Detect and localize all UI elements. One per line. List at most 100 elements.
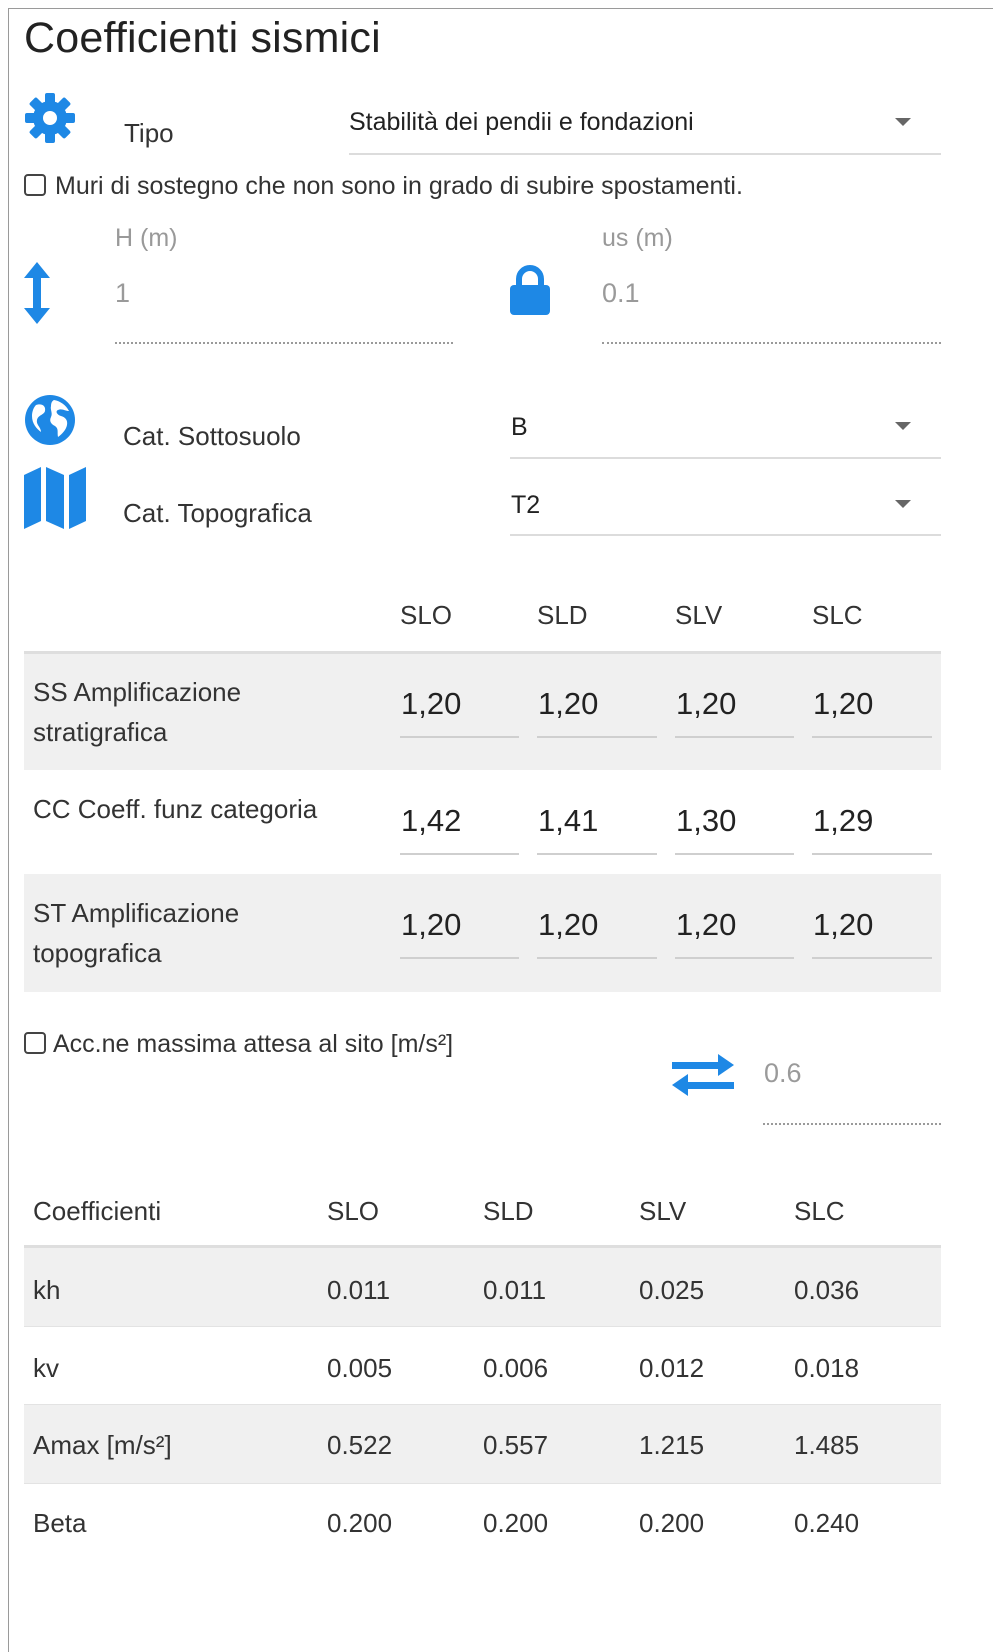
cc-slo-input[interactable]: 1,42 <box>400 799 519 857</box>
us-field-label: us (m) <box>602 224 673 252</box>
ss-slc-value: 1,20 <box>813 686 874 721</box>
table-cell: 0.200 <box>639 1508 705 1538</box>
input-underline <box>400 957 519 959</box>
input-underline <box>812 736 932 738</box>
row-label: kh <box>33 1275 61 1305</box>
st-sld-input[interactable]: 1,20 <box>537 903 657 961</box>
cc-slv-input[interactable]: 1,30 <box>675 799 794 857</box>
coeff-header-slv: SLV <box>639 1196 687 1226</box>
amplif-header-slv: SLV <box>675 600 723 630</box>
coeff-header-sld: SLD <box>483 1196 534 1226</box>
acc-input-value: 0.6 <box>764 1058 802 1088</box>
lock-icon <box>510 263 550 315</box>
table-cell: 0.522 <box>327 1430 393 1460</box>
muri-checkbox-label: Muri di sostegno che non sono in grado d… <box>55 172 743 200</box>
table-cell: 0.200 <box>327 1508 393 1538</box>
cc-slo-value: 1,42 <box>401 803 462 838</box>
us-input-underline <box>602 342 941 344</box>
input-underline <box>400 853 519 855</box>
st-sld-value: 1,20 <box>538 907 599 942</box>
sottosuolo-label: Cat. Sottosuolo <box>123 421 301 451</box>
us-input[interactable]: 0.1 <box>602 270 941 350</box>
input-underline <box>537 957 657 959</box>
tipo-select-value: Stabilità dei pendii e fondazioni <box>349 108 694 136</box>
row-label: Amax [m/s²] <box>33 1430 172 1460</box>
row-label: CC Coeff. funz categoria <box>33 794 318 824</box>
caret-down-icon <box>895 500 911 508</box>
muri-checkbox[interactable] <box>24 174 46 196</box>
ss-sld-input[interactable]: 1,20 <box>537 682 657 740</box>
us-input-value: 0.1 <box>602 278 640 308</box>
acc-checkbox[interactable] <box>24 1032 46 1054</box>
coeff-header-label: Coefficienti <box>33 1196 162 1226</box>
ss-slc-input[interactable]: 1,20 <box>812 682 932 740</box>
cc-slc-value: 1,29 <box>813 803 874 838</box>
tipo-select[interactable]: Stabilità dei pendii e fondazioni <box>349 100 941 156</box>
st-slc-input[interactable]: 1,20 <box>812 903 932 961</box>
table-cell: 0.006 <box>483 1353 549 1383</box>
sottosuolo-select-value: B <box>511 413 528 441</box>
ss-slo-input[interactable]: 1,20 <box>400 682 519 740</box>
acc-checkbox-row[interactable]: Acc.ne massima attesa al sito [m/s²] <box>24 1030 494 1062</box>
input-underline <box>812 957 932 959</box>
table-cell: 1.485 <box>794 1430 860 1460</box>
topografica-select[interactable]: T2 <box>510 483 941 539</box>
input-underline <box>675 957 794 959</box>
table-cell: 0.240 <box>794 1508 860 1538</box>
coeff-header-slc: SLC <box>794 1196 845 1226</box>
ss-sld-value: 1,20 <box>538 686 599 721</box>
topografica-label: Cat. Topografica <box>123 498 312 528</box>
caret-down-icon <box>895 118 911 126</box>
h-input-value: 1 <box>115 278 131 308</box>
input-underline <box>675 853 794 855</box>
input-underline <box>537 853 657 855</box>
st-slc-value: 1,20 <box>813 907 874 942</box>
st-slo-value: 1,20 <box>401 907 462 942</box>
table-cell: 0.012 <box>639 1353 705 1383</box>
cc-slv-value: 1,30 <box>676 803 737 838</box>
topografica-select-value: T2 <box>511 491 541 519</box>
table-cell: 0.018 <box>794 1353 860 1383</box>
ss-slv-value: 1,20 <box>676 686 737 721</box>
topografica-select-underline <box>510 534 941 536</box>
input-underline <box>812 853 932 855</box>
acc-input-underline <box>763 1123 941 1125</box>
tipo-label: Tipo <box>124 118 174 148</box>
table-cell: 0.200 <box>483 1508 549 1538</box>
cc-slc-input[interactable]: 1,29 <box>812 799 932 857</box>
st-slo-input[interactable]: 1,20 <box>400 903 519 961</box>
st-slv-value: 1,20 <box>676 907 737 942</box>
table-cell: 0.025 <box>639 1275 705 1305</box>
table-cell: 0.011 <box>327 1275 391 1305</box>
h-field-label: H (m) <box>115 224 178 252</box>
muri-checkbox-row[interactable]: Muri di sostegno che non sono in grado d… <box>24 172 824 204</box>
row-label: SS Amplificazione stratigrafica <box>33 677 242 747</box>
table-cell: 0.036 <box>794 1275 860 1305</box>
amplif-header-slc: SLC <box>812 600 863 630</box>
acc-checkbox-label: Acc.ne massima attesa al sito [m/s²] <box>53 1030 454 1058</box>
map-icon <box>24 467 86 529</box>
gear-icon <box>24 92 76 144</box>
cc-sld-value: 1,41 <box>538 803 599 838</box>
globe-icon <box>24 394 76 446</box>
ss-slv-input[interactable]: 1,20 <box>675 682 794 740</box>
vertical-arrows-icon <box>24 262 50 324</box>
cc-sld-input[interactable]: 1,41 <box>537 799 657 857</box>
sottosuolo-select-underline <box>510 457 941 459</box>
acc-input[interactable]: 0.6 <box>763 1050 941 1130</box>
input-underline <box>400 736 519 738</box>
swap-arrows-icon[interactable] <box>672 1054 734 1096</box>
caret-down-icon <box>895 422 911 430</box>
sottosuolo-select[interactable]: B <box>510 405 941 461</box>
h-input[interactable]: 1 <box>115 270 453 350</box>
row-label: ST Amplificazione topografica <box>33 898 240 968</box>
amplif-header-slo: SLO <box>400 600 453 630</box>
table-cell: 1.215 <box>639 1430 705 1460</box>
page-title: Coefficienti sismici <box>24 14 381 62</box>
table-cell: 0.005 <box>327 1353 393 1383</box>
st-slv-input[interactable]: 1,20 <box>675 903 794 961</box>
row-label: Beta <box>33 1508 87 1538</box>
tipo-select-underline <box>349 153 941 155</box>
input-underline <box>537 736 657 738</box>
input-underline <box>675 736 794 738</box>
